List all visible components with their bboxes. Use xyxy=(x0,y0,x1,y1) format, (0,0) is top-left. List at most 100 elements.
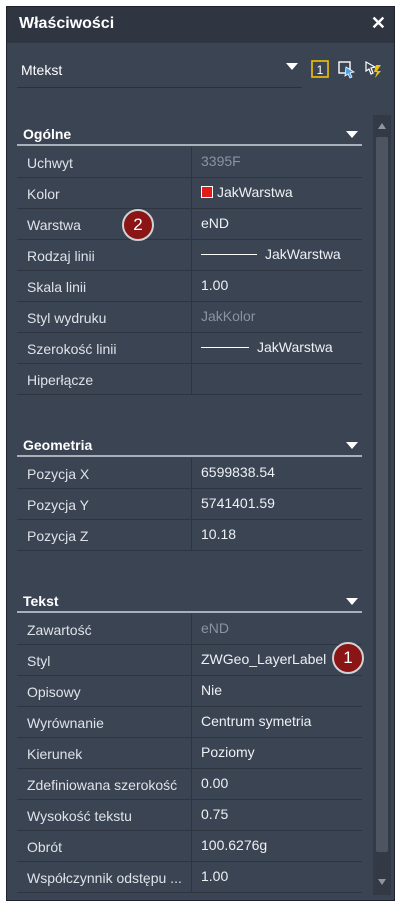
property-row-color[interactable]: Kolor JakWarstwa xyxy=(17,178,362,209)
lineweight-sample xyxy=(201,347,249,348)
property-row-position-z[interactable]: Pozycja Z 10.18 xyxy=(17,520,362,551)
property-row-line-space-factor[interactable]: Współczynnik odstępu ... 1.00 xyxy=(17,862,362,893)
property-row-hyperlink[interactable]: Hiperłącze xyxy=(17,364,362,395)
column-divider xyxy=(191,178,192,208)
property-row-handle[interactable]: Uchwyt 3395F xyxy=(17,147,362,178)
property-name: Hiperłącze xyxy=(27,372,94,388)
property-row-direction[interactable]: Kierunek Poziomy xyxy=(17,738,362,769)
vertical-scrollbar[interactable] xyxy=(373,115,391,895)
quick-select-icon[interactable] xyxy=(337,59,357,79)
color-swatch xyxy=(201,186,213,198)
property-row-layer[interactable]: Warstwa eND xyxy=(17,209,362,240)
chevron-down-icon[interactable] xyxy=(346,598,358,605)
section-general-header[interactable]: Ogólne xyxy=(17,120,362,146)
property-row-position-x[interactable]: Pozycja X 6599838.54 xyxy=(17,458,362,489)
column-divider xyxy=(191,831,192,861)
property-value: 1.00 xyxy=(201,277,229,293)
callout-badge-1: 1 xyxy=(332,642,364,674)
property-row-linetype-scale[interactable]: Skala linii 1.00 xyxy=(17,271,362,302)
close-icon[interactable]: ✕ xyxy=(371,13,386,34)
scrollbar-thumb[interactable] xyxy=(376,137,388,852)
property-row-lineweight[interactable]: Szerokość linii JakWarstwa xyxy=(17,333,362,364)
column-divider xyxy=(191,614,192,644)
property-name: Kolor xyxy=(27,186,60,202)
section-geometry-header[interactable]: Geometria xyxy=(17,431,362,457)
property-name: Skala linii xyxy=(27,279,87,295)
property-value: 6599838.54 xyxy=(201,464,275,480)
column-divider xyxy=(191,458,192,488)
column-divider xyxy=(191,769,192,799)
object-type-selector[interactable]: Mtekst 1 xyxy=(7,51,394,91)
property-value: JakWarstwa xyxy=(265,246,341,262)
scroll-down-icon[interactable] xyxy=(378,879,386,885)
column-divider xyxy=(191,800,192,830)
property-name: Pozycja X xyxy=(27,466,90,482)
column-divider xyxy=(191,645,192,675)
property-name: Pozycja Z xyxy=(27,528,89,544)
property-value: 3395F xyxy=(201,153,241,169)
property-row-style[interactable]: Styl ZWGeo_LayerLabel xyxy=(17,645,362,676)
property-name: Styl xyxy=(27,653,51,669)
column-divider xyxy=(191,302,192,332)
property-row-annotative[interactable]: Opisowy Nie xyxy=(17,676,362,707)
property-name: Współczynnik odstępu ... xyxy=(27,870,182,886)
property-row-linetype[interactable]: Rodzaj linii JakWarstwa xyxy=(17,240,362,271)
scroll-up-icon[interactable] xyxy=(378,123,386,129)
property-row-contents[interactable]: Zawartość eND xyxy=(17,614,362,645)
section-text-header[interactable]: Tekst xyxy=(17,587,362,613)
panel-title: Właściwości xyxy=(19,15,115,32)
property-row-defined-width[interactable]: Zdefiniowana szerokość 0.00 xyxy=(17,769,362,800)
property-value: 0.75 xyxy=(201,806,229,822)
property-name: Zawartość xyxy=(27,622,92,638)
property-name: Opisowy xyxy=(27,684,81,700)
property-value-wrap: JakWarstwa xyxy=(201,246,341,262)
property-row-text-height[interactable]: Wysokość tekstu 0.75 xyxy=(17,800,362,831)
property-value: 5741401.59 xyxy=(201,495,275,511)
toggle-pickadd-icon[interactable]: 1 xyxy=(310,59,330,79)
property-value: Nie xyxy=(201,682,223,698)
column-divider xyxy=(191,489,192,519)
column-divider xyxy=(191,738,192,768)
property-value: 100.6276g xyxy=(201,837,268,853)
property-name: Zdefiniowana szerokość xyxy=(27,777,178,793)
section-divider xyxy=(17,611,362,613)
select-objects-icon[interactable] xyxy=(363,59,383,79)
selector-underline xyxy=(17,87,302,88)
column-divider xyxy=(191,862,192,892)
property-name: Pozycja Y xyxy=(27,497,89,513)
property-row-plot-style[interactable]: Styl wydruku JakKolor xyxy=(17,302,362,333)
column-divider xyxy=(191,364,192,394)
object-type-value: Mtekst xyxy=(21,62,63,78)
property-value: eND xyxy=(201,215,230,231)
property-name: Wyrównanie xyxy=(27,715,104,731)
property-row-justify[interactable]: Wyrównanie Centrum symetria xyxy=(17,707,362,738)
property-name: Obrót xyxy=(27,839,63,855)
section-divider xyxy=(17,144,362,146)
property-value: Poziomy xyxy=(201,744,255,760)
section-general-grid: Uchwyt 3395F Kolor JakWarstwa Warstwa eN… xyxy=(17,147,362,395)
property-value: eND xyxy=(201,620,230,636)
property-name: Warstwa xyxy=(27,217,81,233)
chevron-down-icon[interactable] xyxy=(286,63,298,70)
property-value: 10.18 xyxy=(201,526,237,542)
property-row-position-y[interactable]: Pozycja Y 5741401.59 xyxy=(17,489,362,520)
column-divider xyxy=(191,240,192,270)
section-divider xyxy=(17,455,362,457)
column-divider xyxy=(191,209,192,239)
property-value-wrap: JakWarstwa xyxy=(201,184,293,200)
column-divider xyxy=(191,147,192,177)
property-value: 0.00 xyxy=(201,775,229,791)
column-divider xyxy=(191,271,192,301)
chevron-down-icon[interactable] xyxy=(346,442,358,449)
section-text-grid: Zawartość eND Styl ZWGeo_LayerLabel Opis… xyxy=(17,614,362,893)
property-value: JakKolor xyxy=(201,308,256,324)
column-divider xyxy=(191,676,192,706)
property-value-wrap: JakWarstwa xyxy=(201,339,333,355)
property-row-rotation[interactable]: Obrót 100.6276g xyxy=(17,831,362,862)
column-divider xyxy=(191,520,192,550)
property-value: JakWarstwa xyxy=(257,339,333,355)
chevron-down-icon[interactable] xyxy=(346,131,358,138)
property-name: Wysokość tekstu xyxy=(27,808,132,824)
section-geometry-grid: Pozycja X 6599838.54 Pozycja Y 5741401.5… xyxy=(17,458,362,551)
property-name: Kierunek xyxy=(27,746,83,762)
